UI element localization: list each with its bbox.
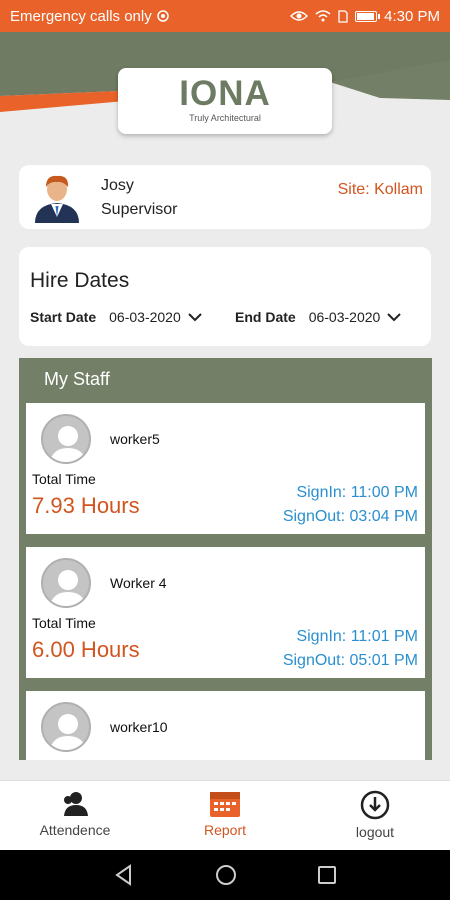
eye-icon xyxy=(290,11,309,21)
staff-avatar-icon xyxy=(41,702,91,752)
sim-icon xyxy=(338,9,348,23)
sign-in-time: SignIn: 11:01 PM xyxy=(296,628,418,645)
nav-attendance[interactable]: Attendence xyxy=(0,781,150,850)
battery-icon xyxy=(355,10,381,22)
back-icon[interactable] xyxy=(113,864,135,886)
my-staff-panel[interactable]: My Staff worker5 Total Time 7.93 Hours S… xyxy=(19,358,432,760)
chevron-down-icon[interactable] xyxy=(386,312,402,322)
system-nav-bar xyxy=(0,850,450,900)
staff-card[interactable]: worker5 Total Time 7.93 Hours SignIn: 11… xyxy=(26,403,425,534)
sign-out-time: SignOut: 03:04 PM xyxy=(282,508,418,525)
total-time-label: Total Time xyxy=(32,615,96,631)
logout-icon xyxy=(360,790,390,820)
total-time-label: Total Time xyxy=(32,471,96,487)
wifi-icon xyxy=(315,10,331,22)
total-hours: 7.93 Hours xyxy=(32,493,140,518)
end-date-label: End Date xyxy=(235,309,296,325)
status-bar: Emergency calls only 4:30 PM xyxy=(0,0,450,32)
my-staff-title: My Staff xyxy=(44,369,110,389)
hire-dates-title: Hire Dates xyxy=(30,269,130,292)
nav-attendance-label: Attendence xyxy=(39,822,111,838)
site-label: Site: Kollam xyxy=(337,181,423,198)
staff-avatar-icon xyxy=(41,558,91,608)
attendance-icon xyxy=(64,792,88,816)
staff-name: worker5 xyxy=(110,431,160,447)
end-date-value: 06-03-2020 xyxy=(308,309,381,325)
calendar-icon xyxy=(210,792,240,817)
brand-logo: IONA xyxy=(179,74,271,113)
profile-card: Josy Supervisor Site: Kollam xyxy=(19,165,431,229)
battery-level xyxy=(357,12,375,20)
nav-report-label: Report xyxy=(203,822,247,838)
start-date-label: Start Date xyxy=(30,309,97,325)
recents-icon[interactable] xyxy=(317,865,337,885)
start-date-value: 06-03-2020 xyxy=(109,309,181,325)
logo-card: IONA Truly Architectural xyxy=(118,68,332,134)
staff-card[interactable]: Worker 4 Total Time 6.00 Hours SignIn: 1… xyxy=(26,547,425,678)
clock-text: 4:30 PM xyxy=(384,7,440,25)
staff-name: worker10 xyxy=(110,719,168,735)
carrier-text: Emergency calls only xyxy=(10,7,152,25)
end-date-field[interactable]: End Date 06-03-2020 xyxy=(235,309,402,325)
brand-tagline: Truly Architectural xyxy=(189,113,261,123)
hotspot-icon xyxy=(156,10,169,22)
home-icon[interactable] xyxy=(215,864,237,886)
status-left: Emergency calls only xyxy=(10,8,169,25)
supervisor-avatar xyxy=(35,175,79,223)
bottom-nav: Attendence Report logout xyxy=(0,780,450,850)
chevron-down-icon[interactable] xyxy=(187,312,203,322)
nav-logout-label: logout xyxy=(355,824,395,840)
start-date-field[interactable]: Start Date 06-03-2020 xyxy=(30,309,203,325)
staff-card[interactable]: worker10 xyxy=(26,691,425,760)
sign-out-time: SignOut: 05:01 PM xyxy=(282,652,418,669)
nav-report[interactable]: Report xyxy=(150,781,300,850)
supervisor-name: Josy xyxy=(101,177,134,194)
hire-dates-card: Hire Dates Start Date 06-03-2020 End Dat… xyxy=(19,247,431,346)
total-hours: 6.00 Hours xyxy=(32,637,140,662)
nav-logout[interactable]: logout xyxy=(300,781,450,850)
sign-in-time: SignIn: 11:00 PM xyxy=(296,484,418,501)
staff-name: Worker 4 xyxy=(110,575,167,591)
staff-avatar-icon xyxy=(41,414,91,464)
supervisor-role: Supervisor xyxy=(101,201,178,218)
status-right: 4:30 PM xyxy=(290,8,440,25)
